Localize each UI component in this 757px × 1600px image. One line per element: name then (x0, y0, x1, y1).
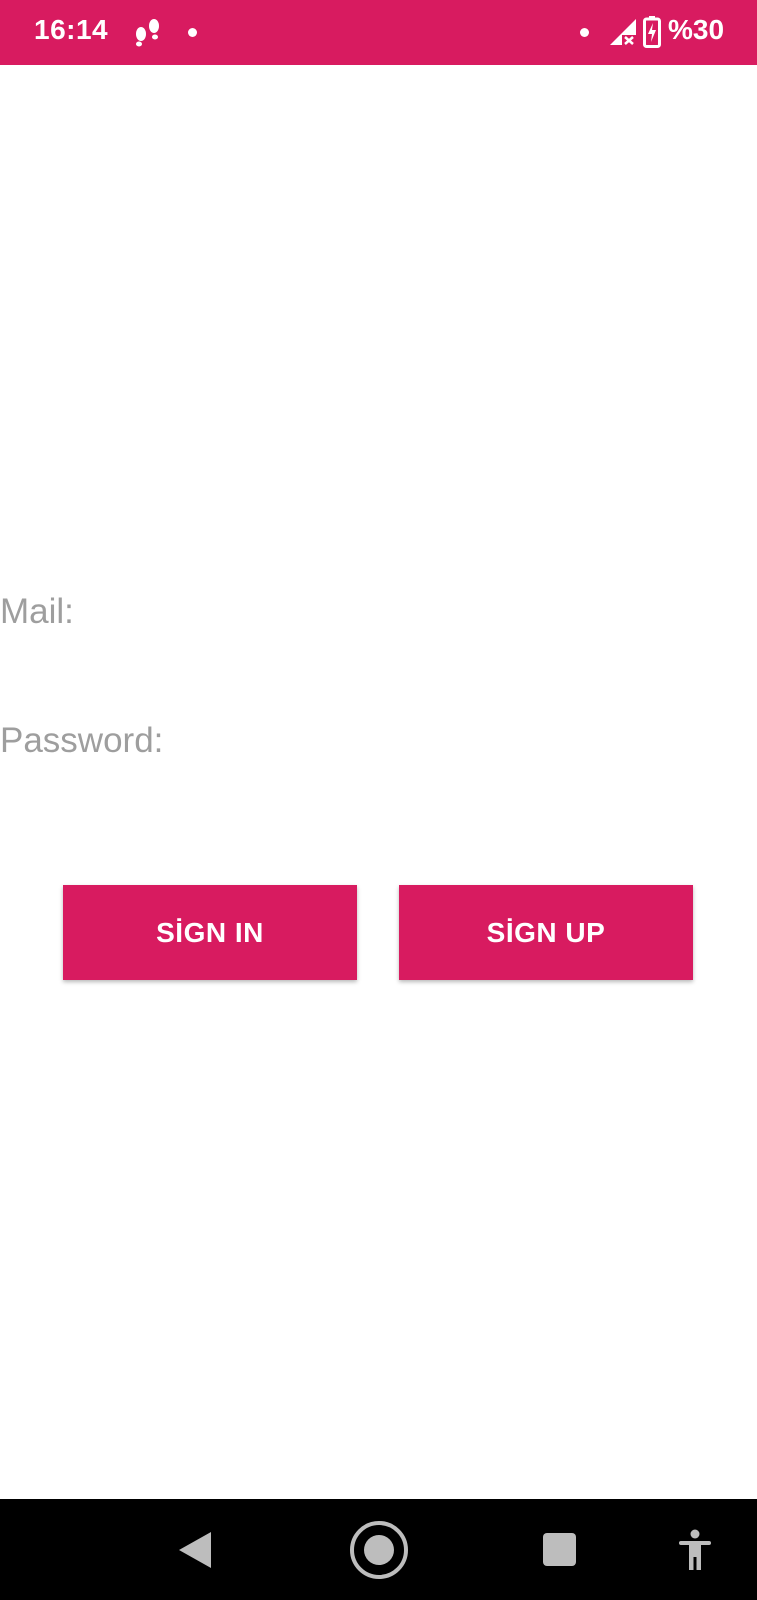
password-label: Password: (0, 721, 164, 760)
battery-level: %30 (668, 14, 725, 45)
home-icon[interactable] (349, 1520, 409, 1580)
dot-icon (188, 28, 197, 37)
navigation-bar (0, 1499, 757, 1600)
password-input[interactable] (185, 719, 739, 769)
mail-input[interactable] (95, 590, 739, 640)
accessibility-icon[interactable] (678, 1529, 712, 1571)
mail-label: Mail: (0, 592, 74, 631)
signal-icon (610, 19, 636, 45)
sign-up-button[interactable]: SİGN UP (399, 885, 693, 980)
login-screen: 16:14 %30 Mail: Password: SİGN IN SİGN U… (0, 0, 757, 1600)
recents-icon[interactable] (543, 1533, 576, 1566)
sign-in-button[interactable]: SİGN IN (63, 885, 357, 980)
dot-icon (580, 28, 589, 37)
notification-icon (136, 19, 159, 47)
status-time: 16:14 (34, 14, 109, 45)
battery-charging-icon (643, 16, 661, 48)
back-icon[interactable] (178, 1531, 212, 1569)
status-bar: 16:14 %30 (0, 0, 757, 65)
